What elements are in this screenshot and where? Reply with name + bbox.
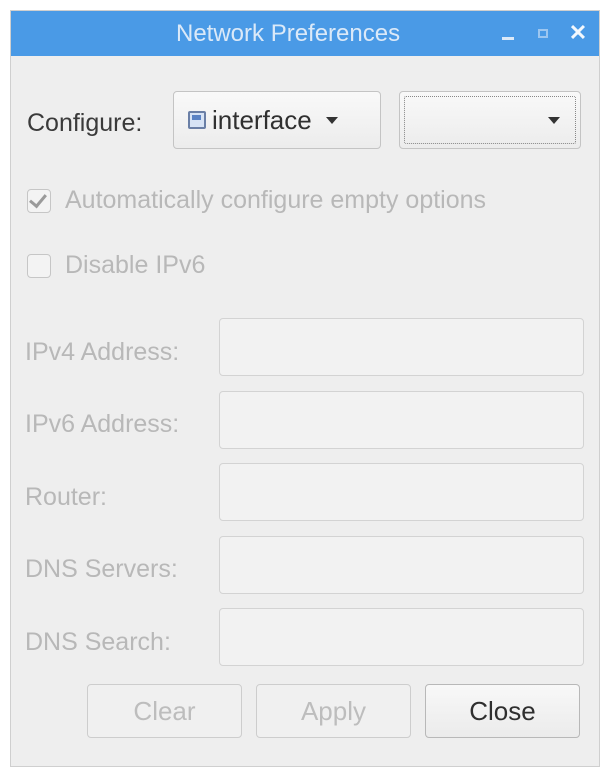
ipv4-address-label: IPv4 Address:: [25, 338, 180, 366]
auto-configure-checkbox[interactable]: [27, 189, 51, 213]
ipv4-address-field[interactable]: [219, 318, 584, 376]
network-preferences-window: Network Preferences ✕ Configure: interfa…: [10, 10, 600, 767]
configure-type-value: interface: [212, 104, 312, 135]
close-button[interactable]: Close: [425, 684, 580, 738]
checkmark-icon: [29, 189, 47, 209]
title-bar[interactable]: Network Preferences ✕: [11, 11, 599, 56]
disable-ipv6-label: Disable IPv6: [65, 251, 206, 279]
chevron-down-icon: [548, 117, 560, 124]
dns-servers-field[interactable]: [219, 536, 584, 594]
window-title: Network Preferences: [176, 20, 401, 47]
chevron-down-icon: [325, 116, 338, 124]
auto-configure-label: Automatically configure empty options: [65, 186, 487, 214]
ipv6-address-field[interactable]: [219, 391, 584, 449]
close-icon: ✕: [568, 20, 588, 45]
ipv6-address-label: IPv6 Address:: [25, 410, 180, 438]
maximize-icon: [538, 28, 548, 38]
minimize-button[interactable]: [494, 19, 522, 47]
maximize-button[interactable]: [529, 19, 557, 47]
dns-search-label: DNS Search:: [25, 628, 171, 656]
configure-type-dropdown[interactable]: interface: [173, 91, 381, 149]
configure-label: Configure:: [27, 109, 143, 137]
minimize-icon: [502, 36, 514, 40]
disable-ipv6-checkbox[interactable]: [27, 254, 51, 278]
network-interface-icon: [188, 111, 206, 129]
apply-button[interactable]: Apply: [256, 684, 411, 738]
router-label: Router:: [25, 483, 107, 511]
clear-button[interactable]: Clear: [87, 684, 242, 738]
close-window-button[interactable]: ✕: [564, 19, 592, 47]
router-field[interactable]: [219, 463, 584, 521]
dns-servers-label: DNS Servers:: [25, 555, 178, 583]
configure-target-dropdown[interactable]: [399, 91, 581, 149]
dns-search-field[interactable]: [219, 608, 584, 666]
